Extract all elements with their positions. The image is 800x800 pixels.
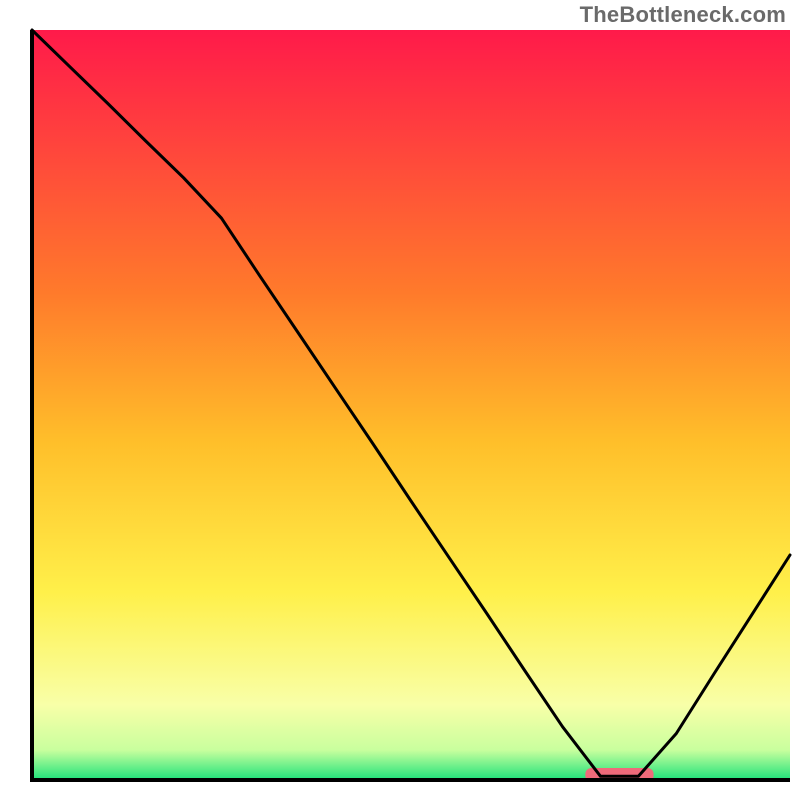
watermark-text: TheBottleneck.com (580, 2, 786, 28)
chart-container: TheBottleneck.com (0, 0, 800, 800)
bottleneck-chart (0, 0, 800, 800)
